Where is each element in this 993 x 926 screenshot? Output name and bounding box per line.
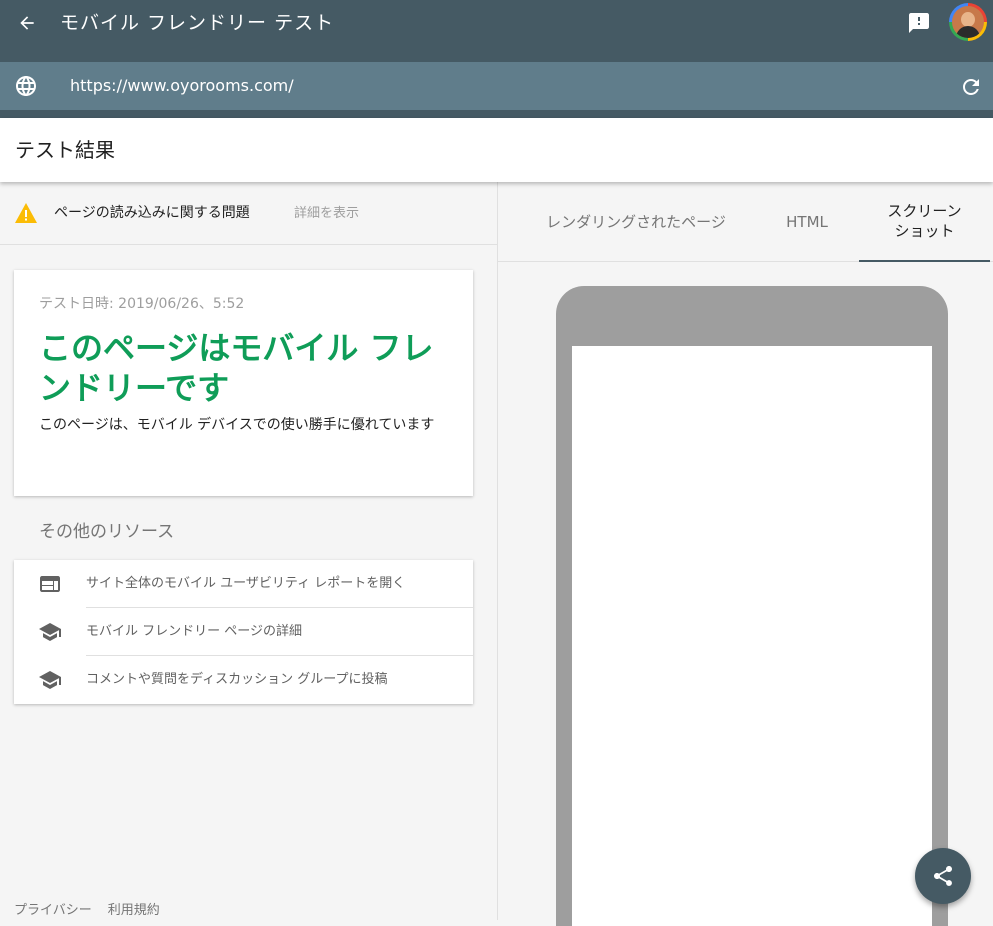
warning-icon <box>14 202 38 224</box>
page-title: モバイル フレンドリー テスト <box>60 12 335 34</box>
avatar-face <box>961 12 975 27</box>
footer: プライバシー 利用規約 <box>14 902 176 920</box>
right-pane: レンダリングされたページ HTML スクリーン ショット <box>497 182 993 926</box>
loading-issue-row: ページの読み込みに関する問題 詳細を表示 <box>0 182 497 245</box>
list-item[interactable]: モバイル フレンドリー ページの詳細 <box>14 608 473 656</box>
url-bar: https://www.oyorooms.com/ <box>0 62 993 110</box>
avatar[interactable] <box>949 3 987 41</box>
resource-label: コメントや質問をディスカッション グループに投稿 <box>86 672 388 687</box>
phone-screenshot <box>572 346 932 926</box>
result-heading: テスト結果 <box>15 138 115 162</box>
resources-card: サイト全体のモバイル ユーザビリティ レポートを開く モバイル フレンドリー ペ… <box>14 560 473 704</box>
avatar-image <box>952 6 984 38</box>
resource-label: サイト全体のモバイル ユーザビリティ レポートを開く <box>86 576 406 591</box>
share-button[interactable] <box>915 848 971 904</box>
list-item[interactable]: コメントや質問をディスカッション グループに投稿 <box>14 656 473 704</box>
resources-title: その他のリソース <box>39 522 175 542</box>
refresh-icon[interactable] <box>959 75 983 99</box>
tab-screenshot[interactable]: スクリーン ショット <box>859 182 990 262</box>
share-icon <box>934 866 952 886</box>
tab-html[interactable]: HTML <box>756 182 858 262</box>
view-tabs: レンダリングされたページ HTML スクリーン ショット <box>498 182 993 262</box>
globe-icon <box>14 74 38 98</box>
feedback-icon[interactable] <box>907 11 931 35</box>
list-item[interactable]: サイト全体のモバイル ユーザビリティ レポートを開く <box>14 560 473 608</box>
url-field[interactable]: https://www.oyorooms.com/ <box>70 76 294 96</box>
tab-rendered-page[interactable]: レンダリングされたページ <box>516 182 756 262</box>
avatar-body <box>956 26 980 38</box>
school-icon <box>38 620 62 644</box>
web-icon <box>38 572 62 596</box>
resource-label: モバイル フレンドリー ページの詳細 <box>86 624 303 639</box>
test-date: テスト日時: 2019/06/26、5:52 <box>39 296 245 312</box>
app-bar: モバイル フレンドリー テスト <box>0 0 993 62</box>
summary-card: テスト日時: 2019/06/26、5:52 このページはモバイル フレンドリー… <box>14 270 473 496</box>
privacy-link[interactable]: プライバシー <box>14 903 92 918</box>
arrow-back-icon[interactable] <box>14 10 40 36</box>
phone-frame <box>556 286 948 926</box>
school-icon <box>38 668 62 692</box>
loading-issue-text: ページの読み込みに関する問題 <box>54 205 250 221</box>
verdict-description: このページは、モバイル デバイスでの使い勝手に優れています <box>39 417 435 433</box>
terms-link[interactable]: 利用規約 <box>108 903 160 918</box>
view-details-link[interactable]: 詳細を表示 <box>294 205 359 223</box>
url-bar-edge <box>0 110 993 118</box>
left-pane: ページの読み込みに関する問題 詳細を表示 テスト日時: 2019/06/26、5… <box>0 182 497 920</box>
result-header: テスト結果 <box>0 118 993 182</box>
verdict-heading: このページはモバイル フレンドリーです <box>39 329 434 407</box>
